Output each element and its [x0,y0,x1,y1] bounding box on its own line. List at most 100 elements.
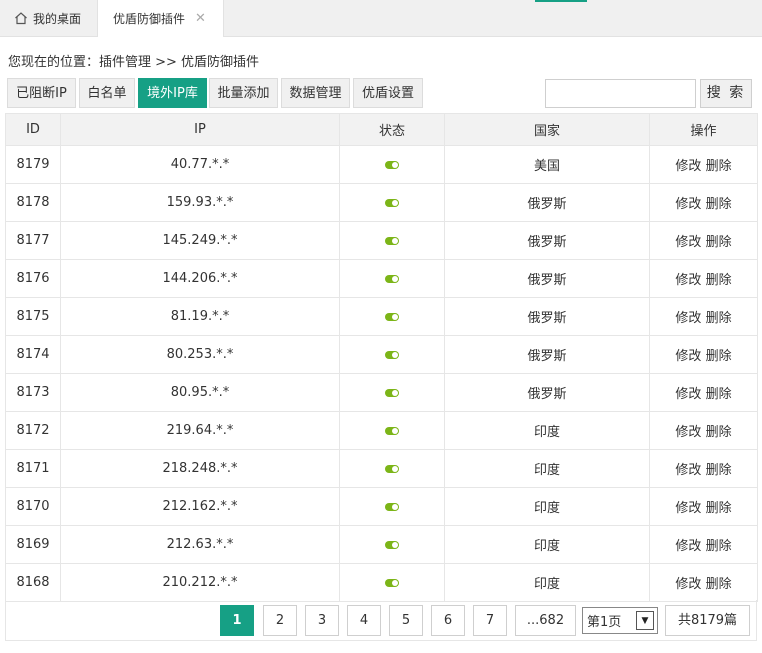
cell-country: 俄罗斯 [444,297,650,336]
cell-status [339,373,445,412]
page-button[interactable]: 1 [220,605,254,636]
search-button[interactable]: 搜 索 [700,79,752,108]
close-icon[interactable]: ✕ [195,11,206,26]
cell-country: 印度 [444,449,650,488]
status-toggle-icon[interactable] [385,540,399,549]
page-button[interactable]: 3 [305,605,339,636]
cell-status [339,183,445,222]
edit-link[interactable]: 修改 [675,349,701,364]
edit-link[interactable]: 修改 [675,577,701,592]
edit-link[interactable]: 修改 [675,311,701,326]
cell-ip: 210.212.*.* [60,563,340,602]
edit-link[interactable]: 修改 [675,463,701,478]
whitelist-button[interactable]: 白名单 [79,78,135,108]
cell-actions: 修改 删除 [649,411,758,450]
cell-country: 美国 [444,145,650,184]
status-toggle-icon[interactable] [385,502,399,511]
cell-ip: 218.248.*.* [60,449,340,488]
delete-link[interactable]: 删除 [706,159,732,174]
total-count: 共8179篇 [665,605,750,636]
edit-link[interactable]: 修改 [675,501,701,516]
cell-status [339,335,445,374]
table-body: 8179 40.77.*.* 美国 修改 删除 8178 159.93.*.* 俄罗斯 修改 … [5,145,758,602]
cell-actions: 修改 删除 [649,449,758,488]
edit-link[interactable]: 修改 [675,425,701,440]
edit-link[interactable]: 修改 [675,539,701,554]
col-header-ip: IP [60,113,340,146]
ip-table-container: ID IP 状态 国家 操作 8179 40.77.*.* 美国 修改 删除 8178 1… [5,113,758,602]
cell-id: 8172 [5,411,61,450]
cell-id: 8171 [5,449,61,488]
cell-status [339,259,445,298]
page-select[interactable]: 第1页 ▼ [582,607,658,634]
status-toggle-icon[interactable] [385,274,399,283]
cell-id: 8175 [5,297,61,336]
cell-id: 8173 [5,373,61,412]
cell-ip: 219.64.*.* [60,411,340,450]
cell-country: 印度 [444,525,650,564]
cell-ip: 144.206.*.* [60,259,340,298]
cell-status [339,563,445,602]
blocked-ip-button[interactable]: 已阻断IP [7,78,76,108]
edit-link[interactable]: 修改 [675,197,701,212]
status-toggle-icon[interactable] [385,312,399,321]
page-button[interactable]: 5 [389,605,423,636]
table-header-row: ID IP 状态 国家 操作 [5,113,758,146]
delete-link[interactable]: 删除 [706,349,732,364]
delete-link[interactable]: 删除 [706,539,732,554]
edit-link[interactable]: 修改 [675,387,701,402]
data-manage-button[interactable]: 数据管理 [281,78,350,108]
table-row: 8177 145.249.*.* 俄罗斯 修改 删除 [5,221,758,260]
cell-country: 俄罗斯 [444,183,650,222]
status-toggle-icon[interactable] [385,198,399,207]
cell-id: 8168 [5,563,61,602]
cell-ip: 80.253.*.* [60,335,340,374]
search-input[interactable] [545,79,696,108]
cell-actions: 修改 删除 [649,525,758,564]
cell-id: 8178 [5,183,61,222]
cell-status [339,525,445,564]
page-button[interactable]: 6 [431,605,465,636]
page-button[interactable]: 7 [473,605,507,636]
status-toggle-icon[interactable] [385,426,399,435]
table-row: 8178 159.93.*.* 俄罗斯 修改 删除 [5,183,758,222]
tab-home[interactable]: 我的桌面 [0,0,96,36]
status-toggle-icon[interactable] [385,578,399,587]
edit-link[interactable]: 修改 [675,273,701,288]
table-row: 8169 212.63.*.* 印度 修改 删除 [5,525,758,564]
table-row: 8170 212.162.*.* 印度 修改 删除 [5,487,758,526]
delete-link[interactable]: 删除 [706,235,732,250]
tab-home-label: 我的桌面 [33,11,82,26]
page-button[interactable]: 4 [347,605,381,636]
page-button[interactable]: ...682 [515,605,576,636]
status-toggle-icon[interactable] [385,350,399,359]
cell-country: 印度 [444,487,650,526]
batch-add-button[interactable]: 批量添加 [209,78,278,108]
status-toggle-icon[interactable] [385,388,399,397]
cell-actions: 修改 删除 [649,335,758,374]
page-select-value: 第1页 [587,615,622,630]
delete-link[interactable]: 删除 [706,463,732,478]
delete-link[interactable]: 删除 [706,197,732,212]
page-button[interactable]: 2 [263,605,297,636]
cell-ip: 159.93.*.* [60,183,340,222]
delete-link[interactable]: 删除 [706,425,732,440]
edit-link[interactable]: 修改 [675,235,701,250]
table-row: 8173 80.95.*.* 俄罗斯 修改 删除 [5,373,758,412]
delete-link[interactable]: 删除 [706,311,732,326]
status-toggle-icon[interactable] [385,160,399,169]
status-toggle-icon[interactable] [385,464,399,473]
tab-youdun-plugin[interactable]: 优盾防御插件 ✕ [97,0,224,37]
delete-link[interactable]: 删除 [706,501,732,516]
delete-link[interactable]: 删除 [706,273,732,288]
overseas-ip-button[interactable]: 境外IP库 [138,78,207,108]
cell-status [339,411,445,450]
edit-link[interactable]: 修改 [675,159,701,174]
ip-table: ID IP 状态 国家 操作 8179 40.77.*.* 美国 修改 删除 8178 1… [5,113,758,602]
status-toggle-icon[interactable] [385,236,399,245]
delete-link[interactable]: 删除 [706,387,732,402]
cell-ip: 212.63.*.* [60,525,340,564]
table-row: 8179 40.77.*.* 美国 修改 删除 [5,145,758,184]
settings-button[interactable]: 优盾设置 [353,78,423,108]
delete-link[interactable]: 删除 [706,577,732,592]
